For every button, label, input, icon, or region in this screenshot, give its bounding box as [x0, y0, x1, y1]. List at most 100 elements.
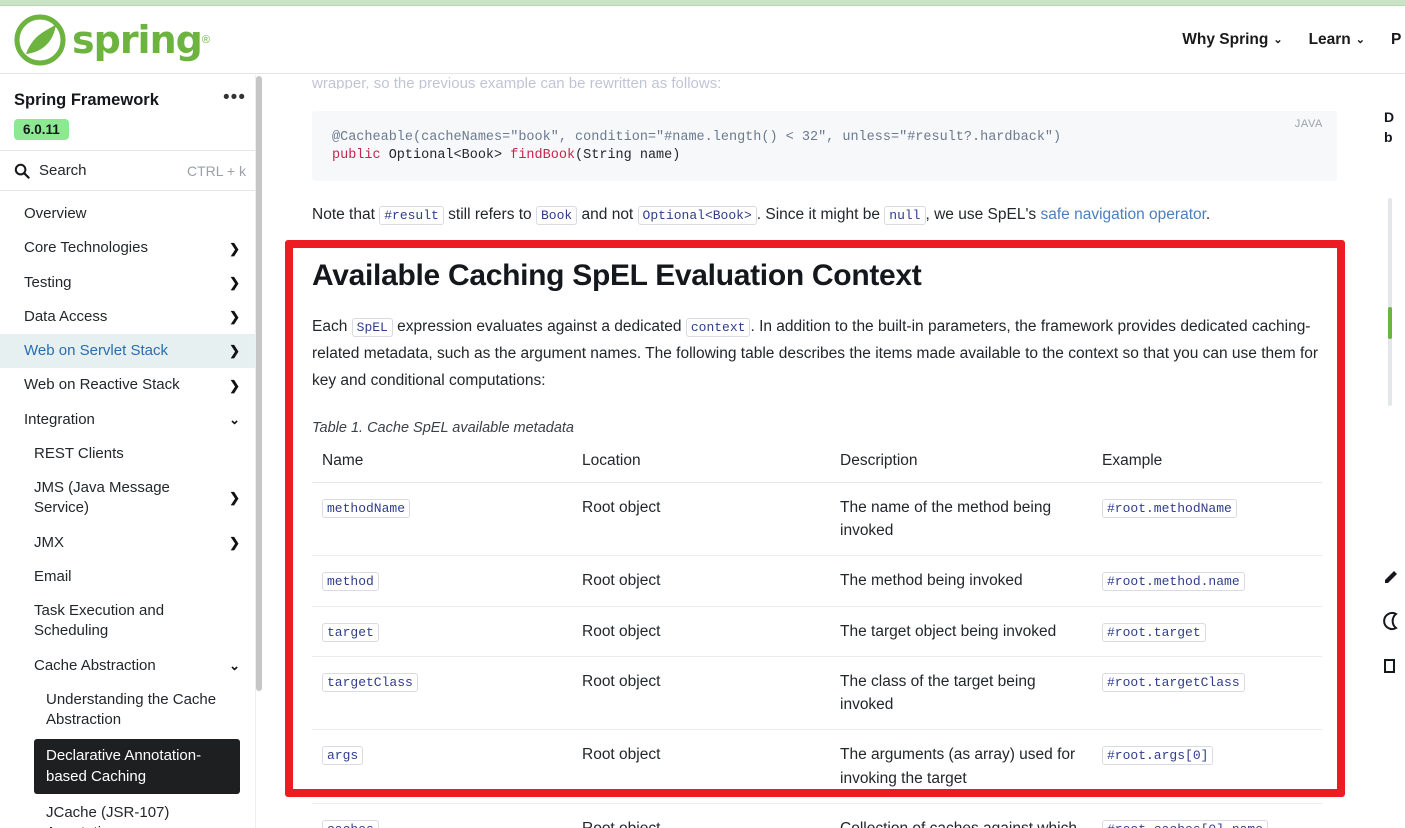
chevron-right-icon[interactable]: ❯ [229, 342, 240, 360]
table-cell-example: #root.methodName [1092, 482, 1322, 556]
nav-why-spring[interactable]: Why Spring ⌄ [1182, 31, 1282, 49]
sidebar-item-label: REST Clients [34, 444, 240, 464]
search-icon [14, 163, 30, 179]
rail-icon-group [1382, 565, 1402, 677]
sidebar-item-jms-java-message-service[interactable]: JMS (Java Message Service) ❯ [0, 471, 262, 526]
edit-page-icon[interactable] [1382, 565, 1402, 585]
intro-text-2: expression evaluates against a dedicated [393, 318, 686, 335]
clipped-paragraph-above: wrapper, so the previous example can be … [312, 75, 1337, 89]
sidebar-item-label: JMS (Java Message Service) [34, 478, 221, 519]
inline-code-example: #root.method.name [1102, 572, 1245, 591]
sidebar-search[interactable]: Search CTRL + k [0, 150, 262, 191]
caching-spel-section: Available Caching SpEL Evaluation Contex… [312, 259, 1337, 828]
nav-learn[interactable]: Learn ⌄ [1309, 31, 1365, 49]
rail-clipped-line-1: D [1384, 107, 1405, 127]
sidebar-item-overview[interactable]: Overview [0, 197, 262, 231]
sidebar-item-rest-clients[interactable]: REST Clients [0, 437, 262, 471]
table-cell-name: methodName [312, 482, 572, 556]
sidebar-item-label: Web on Reactive Stack [24, 375, 221, 395]
sidebar-item-label: Overview [24, 204, 240, 224]
table-cell-example: #root.caches[0].name [1092, 803, 1322, 828]
table-cell-example: #root.args[0] [1092, 730, 1322, 804]
chevron-right-icon[interactable]: ❯ [229, 308, 240, 326]
inline-code-method: method [322, 572, 379, 591]
note-text-3: and not [577, 206, 637, 223]
table-cell-example: #root.targetClass [1092, 656, 1322, 730]
section-heading: Available Caching SpEL Evaluation Contex… [312, 259, 1337, 293]
note-paragraph: Note that #result still refers to Book a… [312, 201, 1337, 228]
sidebar-item-label: Cache Abstraction [34, 656, 221, 676]
version-badge[interactable]: 6.0.11 [14, 119, 69, 140]
sidebar-item-label: JMX [34, 533, 221, 553]
sidebar-item-label: Integration [24, 410, 221, 430]
sidebar-more-menu-button[interactable]: ••• [223, 93, 246, 109]
inline-code-result: #result [379, 206, 444, 225]
chevron-down-icon[interactable]: ⌄ [229, 657, 240, 675]
sidebar-item-web-on-servlet-stack[interactable]: Web on Servlet Stack ❯ [0, 334, 262, 368]
chevron-down-icon[interactable]: ⌄ [229, 411, 240, 429]
sidebar-item-label: Understanding the Cache Abstraction [46, 690, 240, 731]
table-header-description: Description [830, 446, 1092, 483]
code-type: Optional<Book> [381, 148, 511, 163]
table-row: targetClassRoot objectThe class of the t… [312, 656, 1322, 730]
chevron-right-icon[interactable]: ❯ [229, 534, 240, 552]
code-line-1: @Cacheable(cacheNames="book", condition=… [332, 129, 1317, 147]
code-method-name: findBook [510, 148, 575, 163]
table-row: cachesRoot objectCollection of caches ag… [312, 803, 1322, 828]
sidebar-item-web-on-reactive-stack[interactable]: Web on Reactive Stack ❯ [0, 368, 262, 402]
sidebar-item-task-execution-and-scheduling[interactable]: Task Execution and Scheduling [0, 594, 262, 649]
note-text-4: . Since it might be [757, 206, 885, 223]
chevron-right-icon[interactable]: ❯ [229, 240, 240, 258]
sidebar-nav-list: Overview Core Technologies❯Testing❯Data A… [0, 191, 262, 828]
sidebar-item-jmx[interactable]: JMX ❯ [0, 526, 262, 560]
inline-code-methodName: methodName [322, 499, 410, 518]
table-cell-description: The class of the target being invoked [830, 656, 1092, 730]
sidebar-item-understanding-the-cache-abstraction[interactable]: Understanding the Cache Abstraction [0, 683, 262, 738]
copy-link-icon[interactable] [1382, 657, 1402, 677]
sidebar-item-integration[interactable]: Integration ⌄ [0, 403, 262, 437]
table-row: methodRoot objectThe method being invoke… [312, 556, 1322, 606]
toc-progress-indicator [1388, 307, 1392, 339]
docs-sidebar[interactable]: Spring Framework ••• 6.0.11 Search CTRL … [0, 75, 263, 828]
sidebar-item-testing[interactable]: Testing❯ [0, 266, 262, 300]
chevron-right-icon[interactable]: ❯ [229, 274, 240, 292]
sidebar-item-label: Web on Servlet Stack [24, 341, 221, 361]
inline-code-target: target [322, 623, 379, 642]
table-header-name: Name [312, 446, 572, 483]
inline-code-example: #root.caches[0].name [1102, 820, 1268, 828]
nav-why-spring-label: Why Spring [1182, 31, 1268, 49]
table-cell-name: caches [312, 803, 572, 828]
moon-theme-toggle-icon[interactable] [1382, 611, 1402, 631]
sidebar-item-data-access[interactable]: Data Access❯ [0, 300, 262, 334]
chevron-right-icon[interactable]: ❯ [229, 489, 240, 507]
table-row: argsRoot objectThe arguments (as array) … [312, 730, 1322, 804]
sidebar-item-email[interactable]: Email [0, 560, 262, 594]
sidebar-item-core-technologies[interactable]: Core Technologies❯ [0, 231, 262, 265]
chevron-right-icon[interactable]: ❯ [229, 377, 240, 395]
search-input-label: Search [39, 162, 87, 179]
code-language-label: JAVA [1295, 117, 1323, 132]
code-keyword: public [332, 148, 381, 163]
java-code-block[interactable]: JAVA @Cacheable(cacheNames="book", condi… [312, 111, 1337, 181]
sidebar-item-declarative-annotation-based-caching[interactable]: Declarative Annotation-based Caching [34, 739, 240, 794]
note-text-5: , we use SpEL's [926, 206, 1041, 223]
sidebar-item-label: Email [34, 567, 240, 587]
code-params: (String name) [575, 148, 680, 163]
code-line-2: public Optional<Book> findBook(String na… [332, 147, 1317, 165]
spring-logo[interactable]: spring ® [0, 14, 210, 66]
nav-projects-label: P [1391, 31, 1401, 49]
safe-navigation-operator-link[interactable]: safe navigation operator [1040, 206, 1205, 223]
inline-code-targetClass: targetClass [322, 673, 418, 692]
project-title: Spring Framework [14, 91, 159, 110]
sidebar-item-jcache-jsr-107-annotations[interactable]: JCache (JSR-107) Annotations [0, 796, 262, 828]
nav-learn-label: Learn [1309, 31, 1351, 49]
chevron-down-icon: ⌄ [1273, 33, 1282, 46]
table-cell-description: The arguments (as array) used for invoki… [830, 730, 1092, 804]
section-intro-paragraph: Each SpEL expression evaluates against a… [312, 313, 1337, 394]
sidebar-scrollbar-thumb[interactable] [256, 76, 262, 691]
sidebar-item-cache-abstraction[interactable]: Cache Abstraction ⌄ [0, 649, 262, 683]
right-rail: D b [1378, 75, 1405, 828]
nav-projects-clipped[interactable]: P [1391, 31, 1405, 49]
table-row: methodNameRoot objectThe name of the met… [312, 482, 1322, 556]
table-header-row: NameLocationDescriptionExample [312, 446, 1322, 483]
